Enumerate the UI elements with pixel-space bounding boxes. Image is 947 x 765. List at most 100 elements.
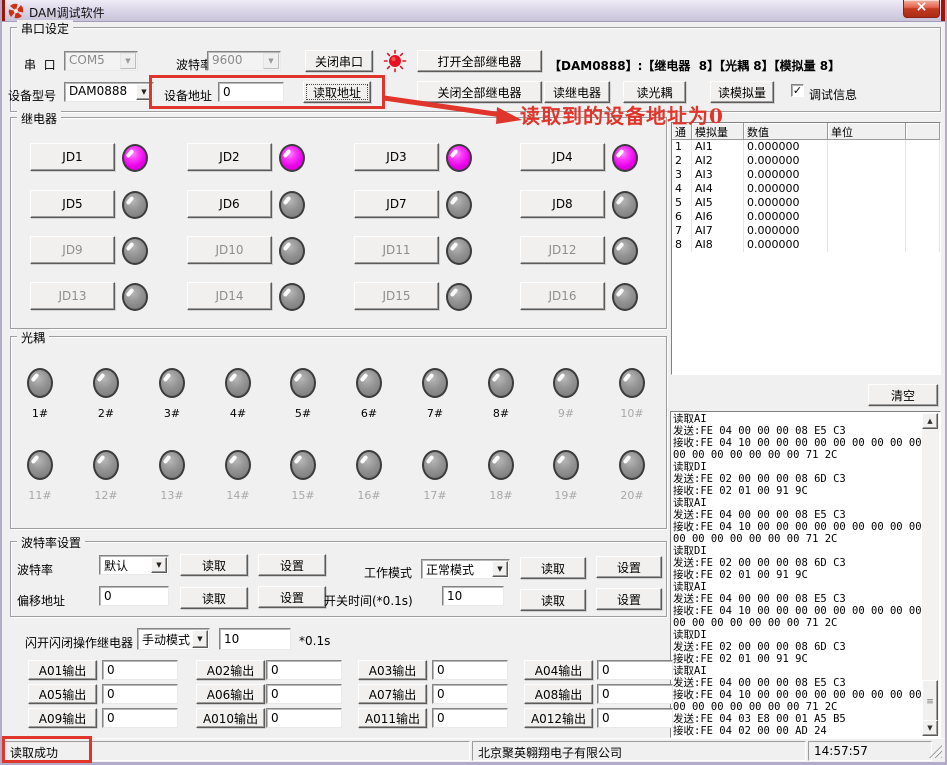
chevron-down-icon[interactable]: ▼	[136, 84, 152, 100]
table-row[interactable]: 2AI20.000000	[672, 154, 940, 168]
title-bar[interactable]: DAM调试软件 ×	[2, 0, 945, 22]
work-mode-select[interactable]: 正常模式 ▼	[421, 559, 510, 579]
analog-col-header[interactable]: 数值	[744, 123, 828, 140]
close-serial-button[interactable]: 关闭串口	[305, 50, 373, 72]
table-row[interactable]: 8AI80.000000	[672, 238, 940, 252]
output-value-input-a04[interactable]	[597, 660, 673, 680]
baud-select[interactable]: 9600 ▼	[207, 51, 281, 71]
output-value-input-a07[interactable]	[432, 684, 508, 704]
clear-log-button[interactable]: 清空	[868, 384, 938, 406]
output-value-input-a09[interactable]	[102, 708, 178, 728]
output-value-input-a06[interactable]	[266, 684, 342, 704]
output-value-input-a02[interactable]	[266, 660, 342, 680]
flash-mode-select[interactable]: 手动模式 ▼	[137, 628, 210, 650]
flash-time-input[interactable]	[219, 628, 291, 650]
switch-time-input[interactable]	[442, 586, 504, 606]
table-cell: AI8	[692, 238, 744, 252]
analog-col-header[interactable]: 单位	[828, 123, 906, 140]
relay-button-jd10[interactable]: JD10	[187, 236, 272, 264]
chevron-down-icon[interactable]: ▼	[151, 557, 167, 573]
relay-button-jd12[interactable]: JD12	[520, 236, 605, 264]
output-button-a03[interactable]: A03输出	[358, 660, 427, 680]
analog-col-header[interactable]: 通	[672, 123, 692, 140]
output-button-a010[interactable]: A010输出	[196, 708, 265, 728]
relay-button-jd8[interactable]: JD8	[520, 190, 605, 218]
output-value-input-a010[interactable]	[266, 708, 342, 728]
read-opto-button[interactable]: 读光耦	[623, 81, 686, 103]
relay-button-jd7[interactable]: JD7	[354, 190, 439, 218]
output-button-a011[interactable]: A011输出	[358, 708, 427, 728]
model-select[interactable]: DAM0888 ▼	[64, 82, 154, 102]
relay-button-jd13[interactable]: JD13	[30, 282, 115, 310]
open-all-relays-button[interactable]: 打开全部继电器	[417, 50, 542, 72]
work-mode-read-button[interactable]: 读取	[520, 557, 586, 579]
output-button-a02[interactable]: A02输出	[196, 660, 265, 680]
baudrate-set-button[interactable]: 设置	[258, 554, 326, 576]
switch-time-read-button[interactable]: 读取	[520, 589, 586, 611]
chevron-down-icon[interactable]: ▼	[120, 53, 136, 69]
scroll-down-icon[interactable]: ▼	[922, 720, 938, 736]
output-value-input-a011[interactable]	[432, 708, 508, 728]
device-address-input[interactable]	[218, 82, 284, 102]
port-select[interactable]: COM5 ▼	[64, 51, 138, 71]
work-mode-label: 工作模式	[364, 564, 412, 581]
table-row[interactable]: 5AI50.000000	[672, 196, 940, 210]
relay-button-jd15[interactable]: JD15	[354, 282, 439, 310]
table-cell	[828, 154, 906, 168]
relay-button-jd4[interactable]: JD4	[520, 143, 605, 171]
relay-button-jd9[interactable]: JD9	[30, 236, 115, 264]
output-value-input-a01[interactable]	[102, 660, 178, 680]
relay-button-jd11[interactable]: JD11	[354, 236, 439, 264]
analog-col-header[interactable]: 模拟量	[692, 123, 744, 140]
table-cell	[828, 210, 906, 224]
offset-read-button[interactable]: 读取	[180, 587, 248, 609]
output-value-input-a03[interactable]	[432, 660, 508, 680]
chevron-down-icon[interactable]: ▼	[492, 561, 508, 577]
scroll-up-icon[interactable]: ▲	[922, 413, 938, 429]
relay-led-jd3	[446, 144, 472, 172]
table-row[interactable]: 7AI70.000000	[672, 224, 940, 238]
output-button-a04[interactable]: A04输出	[524, 660, 593, 680]
read-analog-button[interactable]: 读模拟量	[710, 81, 774, 103]
baudrate-read-button[interactable]: 读取	[180, 554, 248, 576]
scroll-thumb[interactable]: ≡	[922, 680, 938, 724]
relay-button-jd2[interactable]: JD2	[187, 143, 272, 171]
relay-button-jd6[interactable]: JD6	[187, 190, 272, 218]
table-row[interactable]: 3AI30.000000	[672, 168, 940, 182]
close-all-relays-button[interactable]: 关闭全部继电器	[417, 81, 542, 103]
relay-button-jd3[interactable]: JD3	[354, 143, 439, 171]
output-button-a06[interactable]: A06输出	[196, 684, 265, 704]
output-button-a05[interactable]: A05输出	[28, 684, 97, 704]
relay-button-jd5[interactable]: JD5	[30, 190, 115, 218]
baudrate-select[interactable]: 默认 ▼	[99, 555, 169, 575]
log-text[interactable]: 读取AI 发送:FE 04 00 00 00 08 E5 C3 接收:FE 04…	[673, 413, 921, 736]
chevron-down-icon[interactable]: ▼	[263, 53, 279, 69]
output-button-a09[interactable]: A09输出	[28, 708, 97, 728]
relay-button-jd14[interactable]: JD14	[187, 282, 272, 310]
relay-led-jd10	[279, 237, 305, 265]
table-row[interactable]: 6AI60.000000	[672, 210, 940, 224]
device-address-label: 设备地址	[164, 87, 212, 104]
output-button-a01[interactable]: A01输出	[28, 660, 97, 680]
output-value-input-a05[interactable]	[102, 684, 178, 704]
switch-time-set-button[interactable]: 设置	[596, 588, 662, 610]
output-value-input-a012[interactable]	[597, 708, 673, 728]
offset-address-input[interactable]	[99, 586, 169, 606]
relay-button-jd16[interactable]: JD16	[520, 282, 605, 310]
table-row[interactable]: 4AI40.000000	[672, 182, 940, 196]
table-row[interactable]: 1AI10.000000	[672, 140, 940, 154]
close-button[interactable]: ×	[903, 0, 940, 18]
offset-set-button[interactable]: 设置	[258, 586, 326, 608]
output-value-input-a08[interactable]	[597, 684, 673, 704]
work-mode-set-button[interactable]: 设置	[596, 556, 662, 578]
relay-button-jd1[interactable]: JD1	[30, 143, 115, 171]
output-button-a07[interactable]: A07输出	[358, 684, 427, 704]
output-button-a012[interactable]: A012输出	[524, 708, 593, 728]
read-relay-button[interactable]: 读继电器	[544, 81, 610, 103]
chevron-down-icon[interactable]: ▼	[192, 630, 208, 648]
read-address-button[interactable]: 读取地址	[303, 81, 371, 103]
log-scrollbar[interactable]: ▲ ≡ ▼	[922, 413, 939, 736]
output-button-a08[interactable]: A08输出	[524, 684, 593, 704]
debug-info-checkbox[interactable]: ✓	[791, 84, 804, 97]
analog-col-header[interactable]	[906, 123, 940, 140]
